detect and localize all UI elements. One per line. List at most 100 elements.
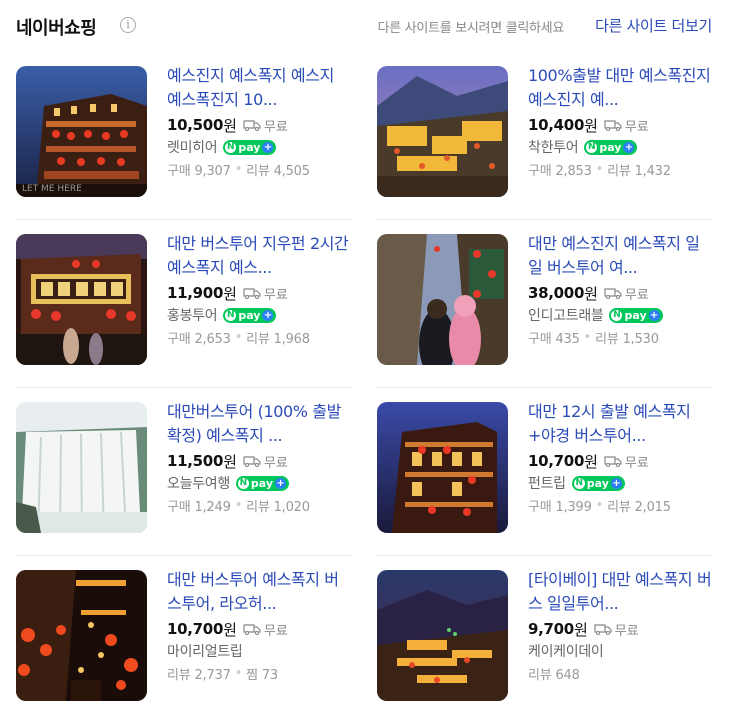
npay-plus-icon: + — [623, 141, 635, 153]
shipping-label: 무료 — [614, 623, 639, 639]
seller-name[interactable]: 인디고트래블 — [528, 305, 604, 325]
shipping-label: 무료 — [263, 119, 288, 135]
stat-purchases: 구매 2,653 — [167, 331, 231, 347]
shipping-label: 무료 — [263, 455, 288, 471]
stat-wishlist: 찜 73 — [246, 667, 278, 683]
truck-icon — [594, 624, 612, 635]
npay-plus-icon: + — [275, 477, 287, 489]
product-title[interactable]: 대만 예스진지 예스폭지 일일 버스투어 여... — [528, 232, 712, 280]
currency-label: 원 — [223, 284, 237, 303]
npay-badge: Npay + — [223, 139, 277, 155]
product-thumbnail[interactable] — [16, 234, 147, 365]
stat-reviews: 리뷰 1,020 — [246, 499, 310, 515]
product-price: 9,700 — [528, 620, 574, 638]
product-card[interactable]: 대만버스투어 (100% 출발확정) 예스폭지 ... 11,500 원 무료 … — [16, 388, 351, 556]
product-thumbnail[interactable] — [16, 570, 147, 701]
currency-label: 원 — [584, 452, 598, 471]
stat-purchases: 구매 435 — [528, 331, 580, 347]
shipping-label: 무료 — [263, 287, 288, 303]
shipping-label: 무료 — [624, 119, 649, 135]
npay-plus-icon: + — [262, 141, 274, 153]
product-thumbnail[interactable] — [377, 570, 508, 701]
npay-n-icon: N — [237, 477, 249, 489]
product-card[interactable]: 대만 예스진지 예스폭지 일일 버스투어 여... 38,000 원 무료 인디… — [377, 220, 712, 388]
seller-name[interactable]: 마이리얼트립 — [167, 641, 243, 661]
seller-name[interactable]: 케이케이데이 — [528, 641, 604, 661]
stat-reviews: 리뷰 1,530 — [595, 331, 659, 347]
product-stats: 구매 1,399 • 리뷰 2,015 — [528, 497, 671, 515]
product-price: 38,000 — [528, 284, 585, 302]
npay-n-icon: N — [586, 141, 598, 153]
currency-label: 원 — [584, 116, 598, 135]
product-card[interactable]: 100%출발 대만 예스폭진지 예스진지 예... 10,400 원 무료 착한… — [377, 52, 712, 220]
shipping-label: 무료 — [624, 287, 649, 303]
truck-icon — [243, 288, 261, 299]
npay-badge: Npay + — [571, 475, 625, 491]
stat-reviews: 리뷰 1,968 — [246, 331, 310, 347]
truck-icon — [243, 456, 261, 467]
product-card[interactable]: 대만 12시 출발 예스폭지+야경 버스투어... 10,700 원 무료 펀트… — [377, 388, 712, 556]
product-price: 11,500 — [167, 452, 224, 470]
product-thumbnail[interactable]: LET ME HERE — [16, 66, 147, 197]
stat-reviews: 리뷰 2,737 — [167, 667, 231, 683]
section-title: 네이버쇼핑 — [16, 18, 97, 39]
stat-reviews: 리뷰 648 — [528, 667, 580, 683]
npay-badge: Npay + — [235, 475, 290, 491]
currency-label: 원 — [573, 620, 588, 639]
seller-name[interactable]: 오늘두여행 — [167, 473, 230, 493]
product-thumbnail[interactable] — [377, 402, 508, 533]
stat-reviews: 리뷰 4,505 — [246, 163, 310, 179]
product-price: 10,400 — [528, 116, 585, 134]
currency-label: 원 — [584, 284, 598, 303]
image-watermark: LET ME HERE — [22, 184, 82, 194]
product-stats: 구매 2,853 • 리뷰 1,432 — [528, 161, 671, 179]
npay-badge: Npay + — [223, 307, 277, 323]
stat-purchases: 구매 1,249 — [167, 499, 231, 515]
product-card[interactable]: 대만 버스투어 예스폭지 버스투어, 라오허... 10,700 원 무료 마이… — [16, 556, 351, 724]
product-title[interactable]: 대만 12시 출발 예스폭지+야경 버스투어... — [528, 400, 712, 448]
product-stats: 구매 1,249 • 리뷰 1,020 — [167, 497, 310, 515]
product-title[interactable]: 예스진지 예스폭지 예스지 예스폭진지 10... — [167, 64, 351, 112]
info-icon[interactable]: i — [120, 17, 136, 33]
product-thumbnail[interactable] — [377, 234, 508, 365]
seller-name[interactable]: 렛미히어 — [167, 137, 218, 157]
shipping-label: 무료 — [263, 623, 288, 639]
product-title[interactable]: [타이베이] 대만 예스폭지 버스 일일투어... — [528, 568, 712, 616]
npay-plus-icon: + — [262, 309, 274, 321]
truck-icon — [243, 120, 261, 131]
seller-name[interactable]: 홍봉투어 — [167, 305, 218, 325]
currency-label: 원 — [223, 452, 237, 471]
npay-plus-icon: + — [648, 309, 660, 321]
product-price: 10,500 — [167, 116, 224, 134]
product-card[interactable]: LET ME HERE 예스진지 예스폭지 예스지 예스폭진지 10... 10… — [16, 52, 351, 220]
npay-badge: Npay + — [609, 307, 663, 323]
seller-name[interactable]: 펀트립 — [528, 473, 566, 493]
shipping-label: 무료 — [624, 455, 649, 471]
product-price: 10,700 — [528, 452, 585, 470]
shopping-header: 네이버쇼핑 i 다른 사이트를 보시려면 클릭하세요 다른 사이트 더보기 — [0, 0, 730, 52]
npay-n-icon: N — [225, 141, 237, 153]
truck-icon — [604, 456, 622, 467]
product-thumbnail[interactable] — [16, 402, 147, 533]
npay-n-icon: N — [225, 309, 237, 321]
truck-icon — [604, 120, 622, 131]
more-sites-link[interactable]: 다른 사이트 더보기 — [595, 15, 712, 36]
product-stats: 구매 2,653 • 리뷰 1,968 — [167, 329, 310, 347]
stat-reviews: 리뷰 1,432 — [607, 163, 671, 179]
product-stats: 리뷰 2,737 • 찜 73 — [167, 665, 278, 683]
seller-name[interactable]: 착한투어 — [528, 137, 579, 157]
stat-purchases: 구매 1,399 — [528, 499, 592, 515]
npay-badge: Npay + — [584, 139, 638, 155]
product-title[interactable]: 대만 버스투어 지우펀 2시간 예스폭지 예스... — [167, 232, 351, 280]
product-title[interactable]: 100%출발 대만 예스폭진지 예스진지 예... — [528, 64, 712, 112]
product-title[interactable]: 대만버스투어 (100% 출발확정) 예스폭지 ... — [167, 400, 351, 448]
product-thumbnail[interactable] — [377, 66, 508, 197]
product-card[interactable]: [타이베이] 대만 예스폭지 버스 일일투어... 9,700 원 무료 케이케… — [377, 556, 712, 724]
stat-purchases: 구매 9,307 — [167, 163, 231, 179]
product-price: 11,900 — [167, 284, 224, 302]
product-card[interactable]: 대만 버스투어 지우펀 2시간 예스폭지 예스... 11,900 원 무료 홍… — [16, 220, 351, 388]
product-title[interactable]: 대만 버스투어 예스폭지 버스투어, 라오허... — [167, 568, 351, 616]
currency-label: 원 — [223, 620, 237, 639]
product-stats: 구매 9,307 • 리뷰 4,505 — [167, 161, 310, 179]
stat-reviews: 리뷰 2,015 — [607, 499, 671, 515]
